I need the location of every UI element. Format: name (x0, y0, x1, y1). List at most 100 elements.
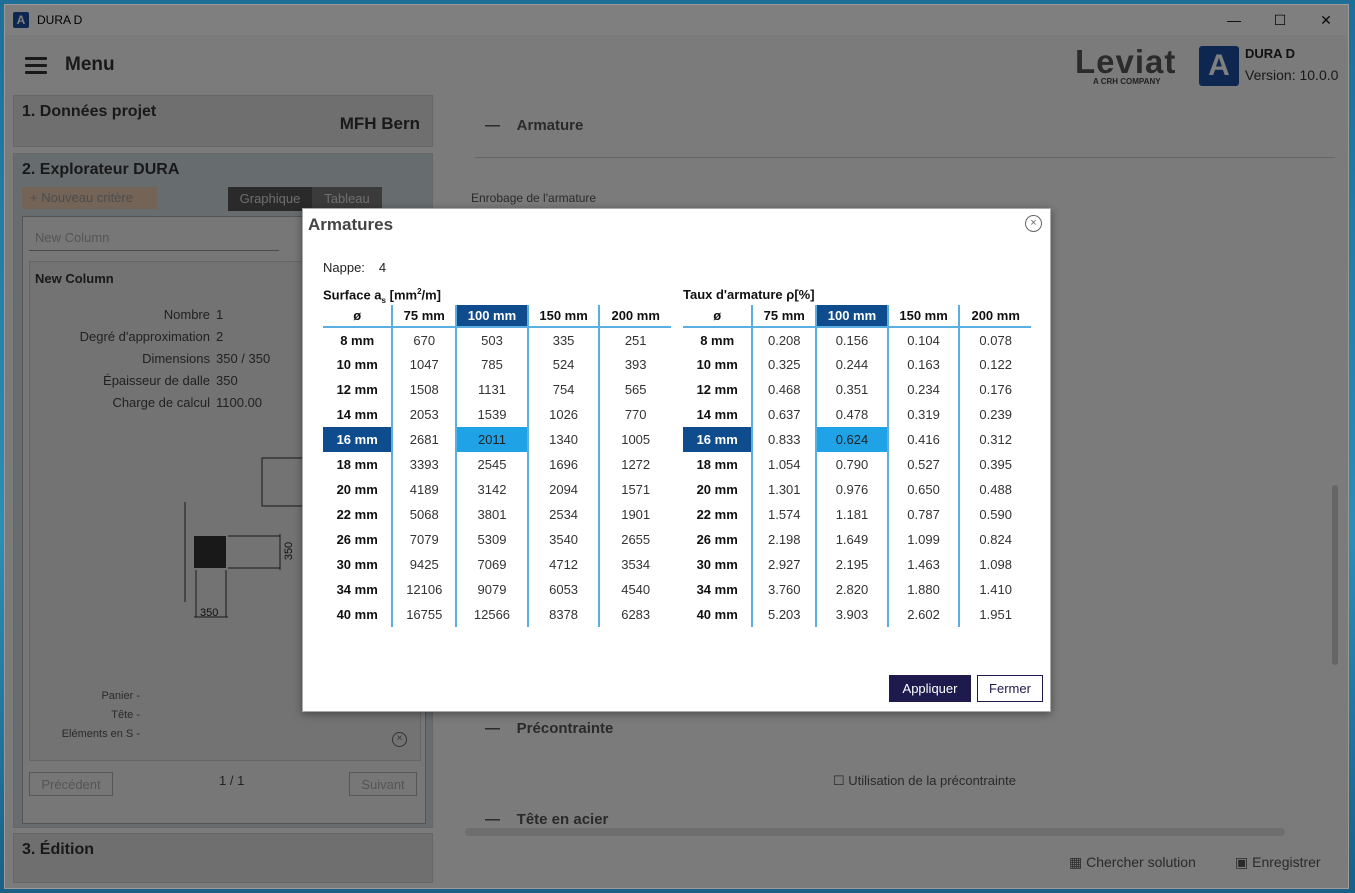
surface-cell[interactable]: 565 (598, 377, 671, 402)
taux-cell[interactable]: 3.903 (815, 602, 888, 627)
surface-cell[interactable]: 770 (598, 402, 671, 427)
surface-cell[interactable]: 6283 (598, 602, 671, 627)
surface-cell[interactable]: 9079 (455, 577, 528, 602)
taux-cell[interactable]: 0.488 (958, 477, 1031, 502)
surface-row[interactable]: 18 mm 3393 2545 1696 1272 (323, 452, 671, 477)
surface-cell[interactable]: 524 (526, 352, 600, 377)
dialog-close-icon[interactable]: × (1025, 215, 1042, 232)
taux-row[interactable]: 30 mm 2.927 2.195 1.463 1.098 (683, 552, 1031, 577)
header-spacing[interactable]: 75 mm (391, 305, 457, 328)
surface-cell[interactable]: 16755 (391, 602, 457, 627)
taux-cell[interactable]: 1.098 (958, 552, 1031, 577)
taux-cell[interactable]: 1.951 (958, 602, 1031, 627)
apply-button[interactable]: Appliquer (889, 675, 971, 702)
row-diameter[interactable]: 20 mm (683, 477, 752, 502)
taux-row[interactable]: 16 mm 0.833 0.624 0.416 0.312 (683, 427, 1031, 452)
row-diameter[interactable]: 8 mm (323, 327, 392, 352)
taux-cell[interactable]: 0.244 (815, 352, 888, 377)
surface-row[interactable]: 12 mm 1508 1131 754 565 (323, 377, 671, 402)
surface-cell[interactable]: 9425 (391, 552, 457, 577)
row-diameter[interactable]: 16 mm (323, 427, 393, 452)
taux-cell[interactable]: 0.078 (958, 327, 1031, 352)
taux-cell[interactable]: 2.195 (815, 552, 888, 577)
surface-cell[interactable]: 2534 (526, 502, 600, 527)
row-diameter[interactable]: 12 mm (683, 377, 752, 402)
taux-cell[interactable]: 1.301 (751, 477, 817, 502)
taux-cell[interactable]: 0.624 (815, 427, 888, 452)
header-spacing[interactable]: 100 mm (455, 305, 528, 328)
taux-row[interactable]: 14 mm 0.637 0.478 0.319 0.239 (683, 402, 1031, 427)
header-spacing[interactable]: 200 mm (958, 305, 1031, 328)
close-dialog-button[interactable]: Fermer (977, 675, 1043, 702)
surface-cell[interactable]: 2053 (391, 402, 457, 427)
taux-cell[interactable]: 1.410 (958, 577, 1031, 602)
row-diameter[interactable]: 34 mm (683, 577, 752, 602)
taux-cell[interactable]: 1.463 (886, 552, 960, 577)
surface-row[interactable]: 30 mm 9425 7069 4712 3534 (323, 552, 671, 577)
taux-row[interactable]: 12 mm 0.468 0.351 0.234 0.176 (683, 377, 1031, 402)
taux-cell[interactable]: 1.181 (815, 502, 888, 527)
taux-cell[interactable]: 0.234 (886, 377, 960, 402)
surface-cell[interactable]: 7079 (391, 527, 457, 552)
surface-cell[interactable]: 3393 (391, 452, 457, 477)
row-diameter[interactable]: 22 mm (683, 502, 752, 527)
surface-cell[interactable]: 335 (526, 327, 600, 352)
surface-cell[interactable]: 2094 (526, 477, 600, 502)
row-diameter[interactable]: 14 mm (683, 402, 752, 427)
taux-cell[interactable]: 0.637 (751, 402, 817, 427)
surface-row[interactable]: 10 mm 1047 785 524 393 (323, 352, 671, 377)
surface-row[interactable]: 16 mm 2681 2011 1340 1005 (323, 427, 671, 452)
surface-cell[interactable]: 1047 (391, 352, 457, 377)
surface-cell[interactable]: 1539 (455, 402, 528, 427)
taux-row[interactable]: 8 mm 0.208 0.156 0.104 0.078 (683, 327, 1031, 352)
surface-cell[interactable]: 6053 (526, 577, 600, 602)
surface-cell[interactable]: 3534 (598, 552, 671, 577)
row-diameter[interactable]: 34 mm (323, 577, 392, 602)
surface-cell[interactable]: 2655 (598, 527, 671, 552)
surface-cell[interactable]: 4712 (526, 552, 600, 577)
taux-cell[interactable]: 0.104 (886, 327, 960, 352)
row-diameter[interactable]: 12 mm (323, 377, 392, 402)
row-diameter[interactable]: 40 mm (683, 602, 752, 627)
surface-cell[interactable]: 3801 (455, 502, 528, 527)
taux-cell[interactable]: 0.976 (815, 477, 888, 502)
surface-cell[interactable]: 1901 (598, 502, 671, 527)
taux-cell[interactable]: 0.590 (958, 502, 1031, 527)
surface-row[interactable]: 26 mm 7079 5309 3540 2655 (323, 527, 671, 552)
surface-cell[interactable]: 1508 (391, 377, 457, 402)
taux-cell[interactable]: 1.649 (815, 527, 888, 552)
row-diameter[interactable]: 26 mm (683, 527, 752, 552)
row-diameter[interactable]: 14 mm (323, 402, 392, 427)
taux-cell[interactable]: 1.099 (886, 527, 960, 552)
row-diameter[interactable]: 16 mm (683, 427, 753, 452)
surface-cell[interactable]: 1005 (598, 427, 671, 452)
row-diameter[interactable]: 20 mm (323, 477, 392, 502)
taux-cell[interactable]: 0.790 (815, 452, 888, 477)
taux-cell[interactable]: 3.760 (751, 577, 817, 602)
surface-row[interactable]: 14 mm 2053 1539 1026 770 (323, 402, 671, 427)
header-spacing[interactable]: 150 mm (886, 305, 960, 328)
header-spacing[interactable]: 75 mm (751, 305, 817, 328)
surface-cell[interactable]: 1571 (598, 477, 671, 502)
surface-row[interactable]: 22 mm 5068 3801 2534 1901 (323, 502, 671, 527)
surface-cell[interactable]: 393 (598, 352, 671, 377)
taux-cell[interactable]: 2.820 (815, 577, 888, 602)
surface-cell[interactable]: 754 (526, 377, 600, 402)
surface-cell[interactable]: 7069 (455, 552, 528, 577)
header-spacing[interactable]: 200 mm (598, 305, 671, 328)
taux-cell[interactable]: 0.239 (958, 402, 1031, 427)
taux-row[interactable]: 26 mm 2.198 1.649 1.099 0.824 (683, 527, 1031, 552)
taux-cell[interactable]: 0.787 (886, 502, 960, 527)
header-spacing[interactable]: 100 mm (815, 305, 888, 328)
taux-cell[interactable]: 2.198 (751, 527, 817, 552)
surface-cell[interactable]: 503 (455, 327, 528, 352)
surface-cell[interactable]: 12566 (455, 602, 528, 627)
surface-cell[interactable]: 8378 (526, 602, 600, 627)
surface-cell[interactable]: 5309 (455, 527, 528, 552)
taux-cell[interactable]: 1.054 (751, 452, 817, 477)
taux-cell[interactable]: 0.395 (958, 452, 1031, 477)
taux-cell[interactable]: 0.833 (751, 427, 817, 452)
taux-row[interactable]: 34 mm 3.760 2.820 1.880 1.410 (683, 577, 1031, 602)
row-diameter[interactable]: 40 mm (323, 602, 392, 627)
surface-cell[interactable]: 1696 (526, 452, 600, 477)
